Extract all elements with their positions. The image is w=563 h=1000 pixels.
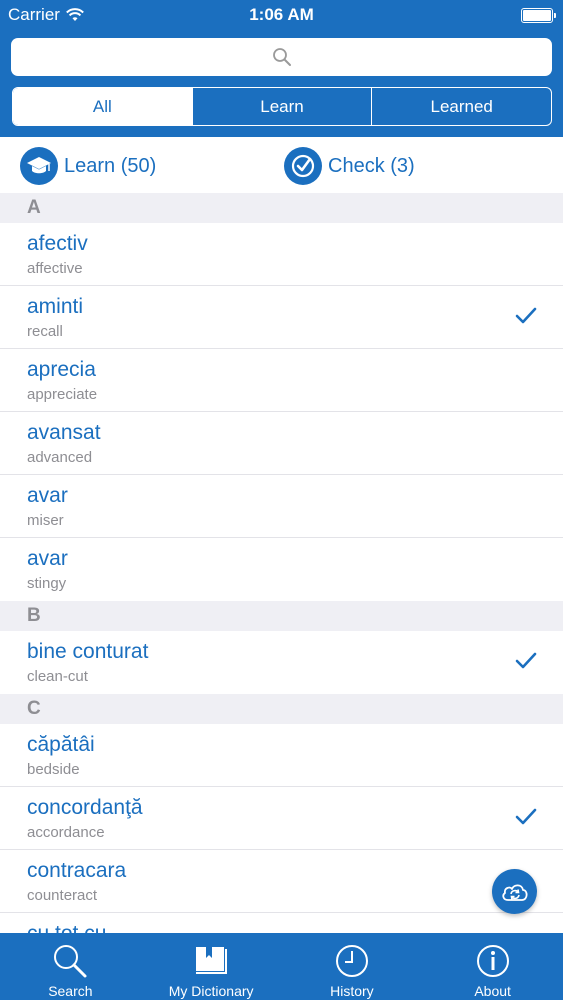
section-header-b: B <box>0 601 563 631</box>
list-item[interactable]: avar stingy <box>0 538 563 601</box>
tab-label: History <box>330 983 374 999</box>
status-bar: Carrier 1:06 AM <box>0 0 563 30</box>
check-button-label: Check (3) <box>328 154 415 177</box>
action-row: Learn (50) Check (3) <box>0 137 563 193</box>
section-header-a: A <box>0 193 563 223</box>
word: aminti <box>27 295 84 318</box>
search-icon <box>54 945 87 978</box>
list-item[interactable]: afectiv affective <box>0 223 563 286</box>
section-header-c: C <box>0 694 563 724</box>
list-item[interactable]: avansat advanced <box>0 412 563 475</box>
tab-about[interactable]: About <box>422 933 563 1000</box>
segment-learned[interactable]: Learned <box>371 88 551 125</box>
list-item[interactable]: aminti recall <box>0 286 563 349</box>
tab-bar: Search My Dictionary History About <box>0 933 563 1000</box>
tab-label: About <box>474 983 511 999</box>
learn-button[interactable]: Learn (50) <box>20 146 156 186</box>
tab-my-dictionary[interactable]: My Dictionary <box>141 933 282 1000</box>
search-icon <box>272 48 291 66</box>
word: bine conturat <box>27 640 149 663</box>
translation: miser <box>27 512 64 529</box>
word: cu tot cu <box>27 922 106 933</box>
graduation-cap-icon <box>20 147 58 185</box>
tab-label: Search <box>48 983 93 999</box>
segmented-control: All Learn Learned <box>12 87 552 126</box>
translation: stingy <box>27 575 67 592</box>
segment-all[interactable]: All <box>13 88 192 125</box>
learn-button-label: Learn (50) <box>64 154 157 177</box>
word: avar <box>27 484 68 507</box>
translation: recall <box>27 323 63 340</box>
word: concordanţă <box>27 796 143 819</box>
word-list: A afectiv affective aminti recall apreci… <box>0 193 563 933</box>
word: contracara <box>27 859 127 882</box>
clock-time: 1:06 AM <box>249 5 314 24</box>
word: aprecia <box>27 358 96 381</box>
cloud-sync-icon <box>501 883 528 901</box>
translation: appreciate <box>27 386 98 403</box>
clock-icon <box>335 945 368 977</box>
header: Carrier 1:06 AM All Learn Learned <box>0 0 563 137</box>
check-circle-icon <box>284 147 322 185</box>
translation: clean-cut <box>27 668 88 685</box>
tab-search[interactable]: Search <box>0 933 141 1000</box>
segment-learn[interactable]: Learn <box>191 88 372 125</box>
cloud-sync-button[interactable] <box>492 869 537 914</box>
translation: counteract <box>27 887 98 904</box>
translation: accordance <box>27 824 105 841</box>
search-input[interactable] <box>11 38 552 76</box>
list-item[interactable]: cu tot cu <box>0 913 563 933</box>
checkmark-icon <box>515 652 537 669</box>
word: afectiv <box>27 232 88 255</box>
tab-history[interactable]: History <box>282 933 423 1000</box>
list-item[interactable]: căpătâi bedside <box>0 724 563 787</box>
list-item[interactable]: concordanţă accordance <box>0 787 563 850</box>
word: căpătâi <box>27 733 95 756</box>
check-button[interactable]: Check (3) <box>284 146 415 186</box>
list-item[interactable]: avar miser <box>0 475 563 538</box>
list-item[interactable]: contracara counteract <box>0 850 563 913</box>
battery-icon <box>521 8 556 23</box>
word: avansat <box>27 421 101 444</box>
checkmark-icon <box>515 307 537 324</box>
translation: affective <box>27 260 83 277</box>
tab-label: My Dictionary <box>168 983 254 999</box>
info-icon <box>476 945 509 977</box>
list-item[interactable]: bine conturat clean-cut <box>0 631 563 694</box>
book-icon <box>196 947 228 974</box>
word: avar <box>27 547 68 570</box>
translation: bedside <box>27 761 80 778</box>
translation: advanced <box>27 449 93 466</box>
checkmark-icon <box>515 808 537 825</box>
list-item[interactable]: aprecia appreciate <box>0 349 563 412</box>
